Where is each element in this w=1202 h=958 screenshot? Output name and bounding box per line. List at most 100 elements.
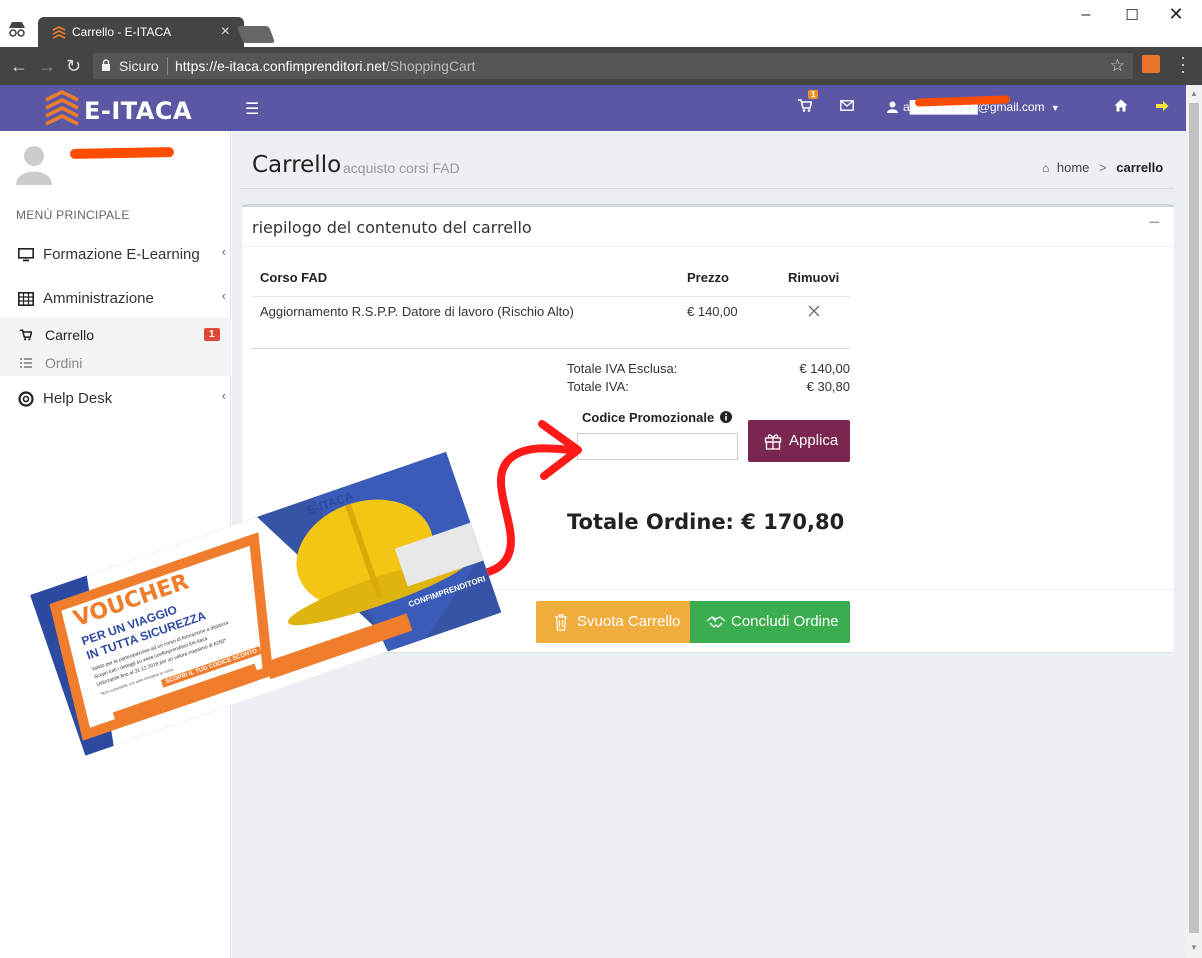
- table-row-divider: [252, 296, 850, 297]
- box-title: riepilogo del contenuto del carrello: [252, 218, 532, 237]
- box-header-divider: [242, 246, 1174, 247]
- envelope-icon[interactable]: [840, 100, 854, 111]
- home-icon: ⌂: [1042, 161, 1050, 175]
- sidebar-item-amministrazione[interactable]: Amministrazione ‹: [0, 279, 231, 319]
- vat-label: Totale IVA:: [567, 379, 629, 394]
- conclude-order-label: Concludi Ordine: [731, 613, 839, 630]
- submenu-amministrazione: Carrello 1 Ordini: [0, 318, 231, 376]
- sidebar-item-label: Formazione E-Learning: [43, 246, 200, 263]
- browser-toolbar: ← → ↻ Sicuro https://e-itaca.confimprend…: [0, 47, 1202, 85]
- incognito-icon: [9, 22, 25, 37]
- sidebar-subitem-label: Ordini: [45, 355, 83, 371]
- tab-title: Carrello - E-ITACA: [72, 25, 172, 39]
- promo-code-label-text: Codice Promozionale: [582, 410, 715, 425]
- summary-divider: [250, 348, 850, 349]
- content-header-divider: [240, 188, 1174, 189]
- forward-arrow-icon[interactable]: →: [38, 56, 56, 77]
- list-icon: [20, 358, 32, 368]
- subtotal-label: Totale IVA Esclusa:: [567, 361, 678, 376]
- handshake-icon: [706, 616, 726, 628]
- url-text: https://e-itaca.confimprenditori.net/Sho…: [175, 58, 475, 74]
- bookmark-star-icon[interactable]: ☆: [1110, 56, 1125, 76]
- breadcrumb-separator: >: [1099, 160, 1107, 175]
- subtotal-value: € 140,00: [799, 361, 850, 376]
- url-host: https://e-itaca.confimprenditori.net: [175, 58, 386, 74]
- empty-cart-label: Svuota Carrello: [577, 613, 681, 630]
- e-itaca-logo[interactable]: E-ITACA: [44, 88, 194, 128]
- reload-icon[interactable]: ↻: [66, 56, 81, 77]
- url-path: /ShoppingCart: [385, 58, 476, 74]
- course-name: Aggiornamento R.S.P.P. Datore di lavoro …: [260, 304, 574, 319]
- tab-close-icon[interactable]: ×: [221, 23, 230, 41]
- address-bar[interactable]: Sicuro https://e-itaca.confimprenditori.…: [93, 53, 1133, 79]
- gift-icon: [764, 434, 782, 450]
- collapse-minus-icon[interactable]: −: [1148, 212, 1160, 235]
- home-icon[interactable]: [1114, 99, 1128, 112]
- e-itaca-logo-icon: [45, 90, 79, 126]
- page-subtitle: acquisto corsi FAD: [343, 160, 460, 176]
- chevron-left-icon: ‹: [221, 388, 226, 403]
- remove-x-icon[interactable]: [807, 304, 821, 318]
- breadcrumb: ⌂ home > carrello: [1042, 160, 1163, 175]
- caret-down-icon: ▼: [1050, 103, 1060, 113]
- column-header-course: Corso FAD: [260, 270, 328, 285]
- e-itaca-favicon-icon: [52, 26, 66, 39]
- lock-icon: [102, 59, 110, 71]
- shopping-cart-icon[interactable]: [798, 99, 812, 112]
- sidebar-item-help-desk[interactable]: Help Desk ‹: [0, 379, 231, 419]
- omnibox-separator: [167, 57, 168, 75]
- cart-count-badge: 1: [204, 328, 220, 341]
- chevron-left-icon: ‹: [221, 288, 226, 303]
- sign-out-icon[interactable]: [1156, 100, 1169, 112]
- order-total: Totale Ordine: € 170,80: [567, 510, 845, 534]
- promo-code-input[interactable]: [577, 433, 738, 460]
- browser-tab-bar: Carrello - E-ITACA × – ☐ ✕: [0, 0, 1202, 47]
- sidebar-subitem-carrello[interactable]: Carrello 1: [0, 322, 231, 348]
- maximize-icon[interactable]: ☐: [1122, 6, 1142, 24]
- breadcrumb-home[interactable]: home: [1057, 160, 1090, 175]
- page-scrollbar[interactable]: ▲ ▼: [1186, 85, 1202, 958]
- page-title: Carrello: [252, 152, 342, 178]
- scroll-down-icon[interactable]: ▼: [1190, 943, 1198, 952]
- shopping-cart-icon: [20, 329, 32, 341]
- secure-label: Sicuro: [119, 58, 159, 74]
- conclude-order-button[interactable]: Concludi Ordine: [690, 601, 850, 643]
- promo-code-label: Codice Promozionale: [582, 410, 732, 425]
- sidebar-item-formazione[interactable]: Formazione E-Learning ‹: [0, 235, 231, 275]
- vat-value: € 30,80: [806, 379, 850, 394]
- chevron-left-icon: ‹: [221, 244, 226, 259]
- new-tab-button[interactable]: [236, 26, 276, 43]
- browser-menu-icon[interactable]: · · ·: [1180, 48, 1186, 80]
- hamburger-menu-icon[interactable]: ☰: [245, 99, 259, 119]
- apply-promo-button[interactable]: Applica: [748, 420, 850, 462]
- course-price: € 140,00: [687, 304, 738, 319]
- breadcrumb-current: carrello: [1116, 160, 1164, 175]
- sidebar-subitem-label: Carrello: [45, 327, 95, 343]
- column-header-remove: Rimuovi: [788, 270, 840, 285]
- window-close-icon[interactable]: ✕: [1166, 4, 1186, 25]
- back-arrow-icon[interactable]: ←: [10, 56, 28, 77]
- sidebar-subitem-ordini[interactable]: Ordini: [0, 350, 231, 376]
- menu-header: MENÙ PRINCIPALE: [16, 208, 130, 222]
- extension-icon[interactable]: [1142, 55, 1160, 73]
- sidebar-item-label: Amministrazione: [43, 290, 154, 307]
- minimize-icon[interactable]: –: [1076, 6, 1096, 24]
- empty-cart-button[interactable]: Svuota Carrello: [536, 601, 690, 643]
- scroll-up-icon[interactable]: ▲: [1190, 89, 1198, 98]
- column-header-price: Prezzo: [687, 270, 729, 285]
- cart-count-badge: 1: [808, 90, 819, 99]
- sidebar-item-label: Help Desk: [43, 390, 113, 407]
- trash-icon: [555, 614, 567, 631]
- logo-text: E-ITACA: [84, 97, 193, 125]
- avatar-icon: [16, 146, 52, 185]
- desktop-icon: [18, 248, 34, 262]
- app-header: E-ITACA ☰ 1 a████████@gmail.com ▼: [0, 85, 1186, 131]
- user-icon: [887, 101, 898, 113]
- browser-tab-active[interactable]: Carrello - E-ITACA ×: [38, 17, 244, 47]
- table-icon: [18, 292, 34, 306]
- info-circle-icon[interactable]: [719, 411, 732, 423]
- scroll-thumb[interactable]: [1189, 103, 1199, 933]
- apply-label: Applica: [789, 432, 839, 449]
- redaction-mark: [69, 147, 175, 159]
- life-ring-icon: [18, 391, 34, 407]
